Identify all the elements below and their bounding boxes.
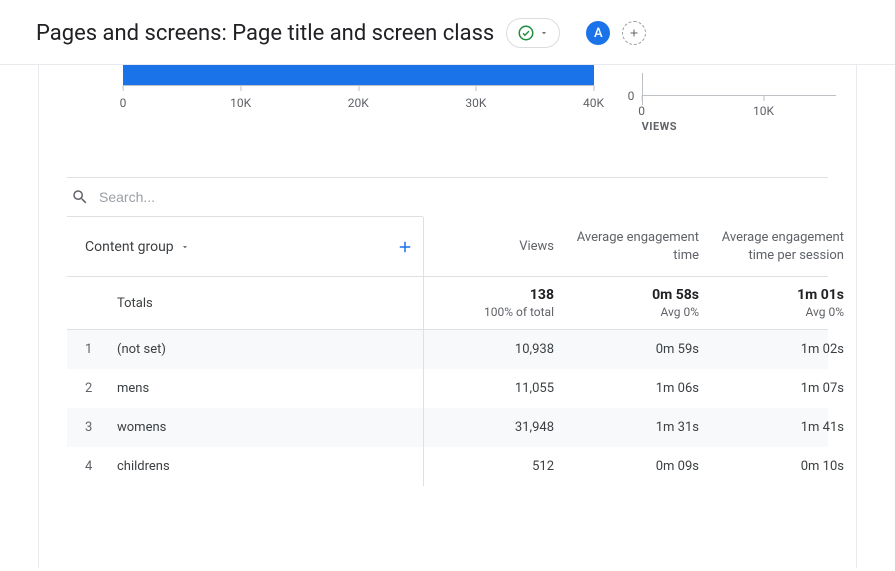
table-row[interactable]: 4childrens5120m 09s0m 10s xyxy=(67,447,828,486)
data-table: Content group Views Average engagement t… xyxy=(67,177,828,486)
row-name: (not set) xyxy=(117,342,166,357)
add-comparison-button[interactable] xyxy=(622,21,646,45)
table-row[interactable]: 1(not set)10,9380m 59s1m 02s xyxy=(67,330,828,369)
page-header: Pages and screens: Page title and screen… xyxy=(0,0,895,65)
row-name: mens xyxy=(117,381,149,396)
mini-axis-tick: 0 xyxy=(638,104,645,118)
column-header[interactable]: Average engagement time per session xyxy=(713,217,857,276)
row-metric: 11,055 xyxy=(423,381,568,396)
chevron-down-icon xyxy=(180,242,190,252)
mini-axis-tick: 10K xyxy=(753,104,774,118)
row-metric: 1m 06s xyxy=(568,381,713,396)
table-head-row: Content group Views Average engagement t… xyxy=(67,217,828,277)
chevron-down-icon xyxy=(539,28,549,38)
bar-axis-tick: 30K xyxy=(465,96,486,110)
plus-icon xyxy=(396,238,414,256)
row-metric: 1m 07s xyxy=(713,381,857,396)
table-row[interactable]: 2mens11,0551m 06s1m 07s xyxy=(67,369,828,408)
bar-axis-tick: 20K xyxy=(348,96,369,110)
column-header[interactable]: Average engagement time xyxy=(568,217,713,276)
bar-chart-fill xyxy=(123,65,594,85)
totals-cell: 1m 01s Avg 0% xyxy=(713,277,857,329)
totals-cell: 0m 58s Avg 0% xyxy=(568,277,713,329)
charts-row: 0 10K 20K 30K 40K 0 0 10K VIEWS xyxy=(67,65,828,177)
status-dropdown[interactable] xyxy=(506,18,560,48)
table-row[interactable]: 3womens31,9481m 31s1m 41s xyxy=(67,408,828,447)
row-metric: 10,938 xyxy=(423,342,568,357)
page-title: Pages and screens: Page title and screen… xyxy=(36,21,494,46)
row-metric: 1m 31s xyxy=(568,420,713,435)
row-metric: 512 xyxy=(423,459,568,474)
dimension-label: Content group xyxy=(85,239,174,255)
row-metric: 0m 09s xyxy=(568,459,713,474)
column-header[interactable]: Views xyxy=(423,226,568,268)
bar-axis-tick: 0 xyxy=(120,96,127,110)
add-dimension-button[interactable] xyxy=(393,235,417,259)
row-index: 3 xyxy=(85,420,97,435)
bar-axis-tick: 10K xyxy=(230,96,251,110)
search-icon xyxy=(71,188,89,206)
totals-cell: 138 100% of total xyxy=(423,277,568,329)
row-index: 2 xyxy=(85,381,97,396)
plus-icon xyxy=(628,27,640,39)
check-circle-icon xyxy=(517,24,535,42)
dimension-dropdown[interactable]: Content group xyxy=(85,239,190,255)
mini-chart: 0 0 10K VIEWS xyxy=(634,65,828,155)
row-index: 1 xyxy=(85,342,97,357)
bar-chart: 0 10K 20K 30K 40K xyxy=(67,65,594,155)
search-input[interactable] xyxy=(99,189,419,205)
table-search-row xyxy=(67,178,423,217)
row-metric: 31,948 xyxy=(423,420,568,435)
mini-chart-axis-label: VIEWS xyxy=(634,120,828,133)
bar-chart-axis: 0 10K 20K 30K 40K xyxy=(123,96,594,120)
avatar[interactable]: A xyxy=(586,21,610,45)
totals-row: Totals 138 100% of total 0m 58s Avg 0% 1… xyxy=(67,277,828,330)
mini-chart-x-axis: 0 10K xyxy=(634,96,828,118)
row-name: womens xyxy=(117,420,166,435)
row-metric: 0m 59s xyxy=(568,342,713,357)
row-metric: 1m 41s xyxy=(713,420,857,435)
totals-label: Totals xyxy=(67,278,423,329)
row-metric: 0m 10s xyxy=(713,459,857,474)
content-card: 0 10K 20K 30K 40K 0 0 10K VIEWS xyxy=(38,65,857,568)
row-metric: 1m 02s xyxy=(713,342,857,357)
row-name: childrens xyxy=(117,459,170,474)
bar-axis-tick: 40K xyxy=(583,96,604,110)
row-index: 4 xyxy=(85,459,97,474)
